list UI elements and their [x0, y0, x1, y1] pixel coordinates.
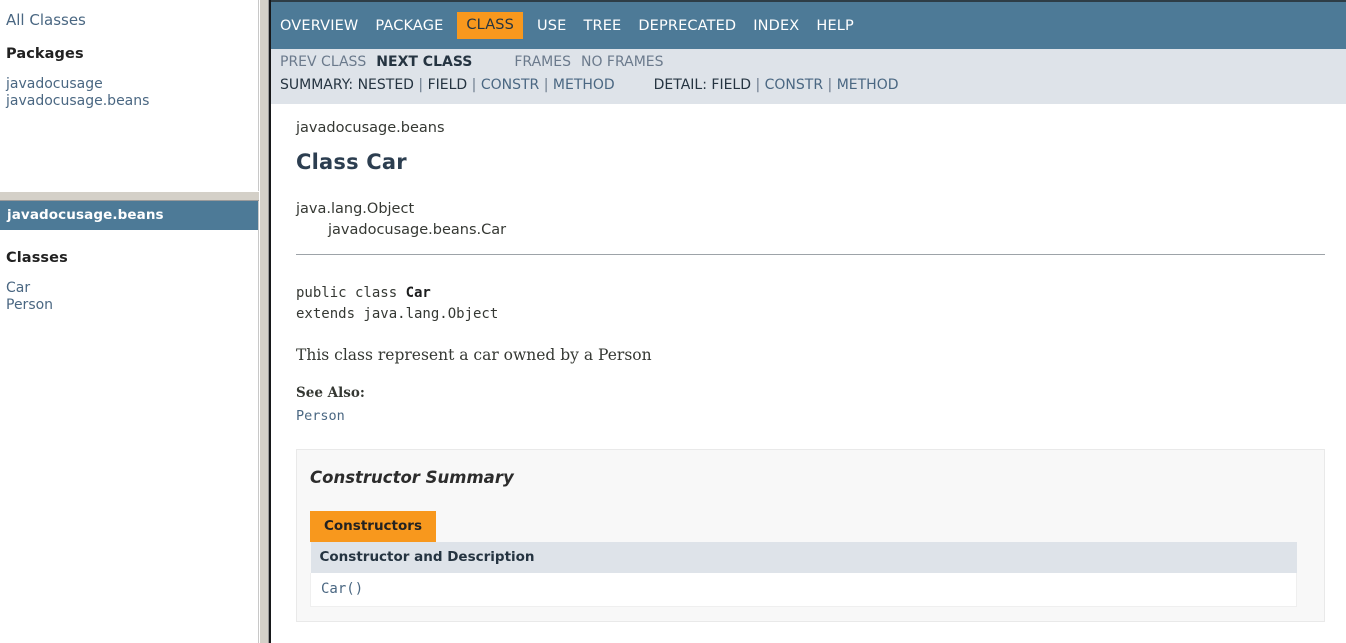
- nav-item-deprecated[interactable]: DEPRECATED: [638, 18, 736, 34]
- constructor-summary-heading: Constructor Summary: [310, 468, 514, 487]
- summary-constr-link[interactable]: CONSTR: [481, 77, 539, 93]
- separator: |: [827, 77, 833, 93]
- nav-item-package[interactable]: PACKAGE: [375, 18, 443, 34]
- detail-label: DETAIL:: [653, 77, 707, 93]
- package-breadcrumb: javadocusage.beans: [296, 120, 445, 136]
- class-list-item[interactable]: Person: [6, 297, 258, 314]
- class-description: This class represent a car owned by a Pe…: [296, 346, 652, 364]
- no-frames-link[interactable]: NO FRAMES: [581, 54, 664, 70]
- sub-navbar: PREV CLASS NEXT CLASS FRAMES NO FRAMES SUMM…: [271, 49, 1346, 104]
- separator: |: [471, 77, 477, 93]
- javadoc-frameset: All Classes Packages javadocusage javado…: [0, 0, 1346, 643]
- summary-method-link[interactable]: METHOD: [553, 77, 615, 93]
- horizontal-frame-splitter[interactable]: [0, 191, 259, 201]
- package-frame: javadocusage.beans Classes Car Person: [0, 201, 259, 643]
- divider: [296, 254, 1325, 255]
- table-header-row: Constructor and Description: [310, 542, 1297, 573]
- nav-item-index[interactable]: INDEX: [753, 18, 799, 34]
- nav-item-overview[interactable]: OVERVIEW: [280, 18, 358, 34]
- signature-line-2: extends java.lang.Object: [296, 306, 499, 322]
- inheritance-leaf: javadocusage.beans.Car: [328, 222, 507, 238]
- summary-field-link: FIELD: [427, 77, 468, 93]
- frames-link[interactable]: FRAMES: [514, 54, 571, 70]
- class-list: Car Person: [6, 280, 258, 314]
- top-navbar-list: OVERVIEW PACKAGE CLASS USE TREE DEPRECAT…: [271, 2, 1346, 49]
- nav-item-class[interactable]: CLASS: [457, 12, 524, 39]
- class-documentation: javadocusage.beans Class Car java.lang.O…: [271, 104, 1346, 643]
- separator: |: [755, 77, 761, 93]
- separator: |: [543, 77, 549, 93]
- class-link[interactable]: Car: [6, 280, 30, 296]
- column-header-constructor-and-description: Constructor and Description: [310, 542, 1297, 573]
- tab-constructors[interactable]: Constructors: [310, 511, 436, 542]
- constructor-summary-panel: Constructor Summary Constructors Constru…: [296, 449, 1325, 622]
- next-class-link[interactable]: NEXT CLASS: [376, 54, 472, 70]
- separator: |: [418, 77, 424, 93]
- package-list: javadocusage javadocusage.beans: [6, 76, 258, 110]
- signature-class-name: Car: [405, 285, 431, 301]
- vertical-frame-splitter[interactable]: [259, 0, 269, 643]
- overview-frame: All Classes Packages javadocusage javado…: [0, 0, 259, 191]
- class-signature: public class Car extends java.lang.Objec…: [296, 283, 1346, 325]
- see-also-label: See Also:: [296, 385, 365, 401]
- inheritance-root: java.lang.Object: [296, 201, 415, 217]
- nav-item-use[interactable]: USE: [537, 18, 566, 34]
- detail-method-link[interactable]: METHOD: [837, 77, 899, 93]
- prev-class-link: PREV CLASS: [280, 54, 367, 70]
- top-navbar: OVERVIEW PACKAGE CLASS USE TREE DEPRECAT…: [271, 0, 1346, 49]
- class-link[interactable]: Person: [6, 297, 53, 313]
- left-frame-column: All Classes Packages javadocusage javado…: [0, 0, 259, 643]
- constructor-signature-link[interactable]: Car(): [310, 573, 1297, 607]
- main-content-frame: OVERVIEW PACKAGE CLASS USE TREE DEPRECAT…: [271, 0, 1346, 643]
- detail-constr-link[interactable]: CONSTR: [765, 77, 823, 93]
- detail-field-link: FIELD: [711, 77, 751, 93]
- sub-navbar-row-classnav: PREV CLASS NEXT CLASS FRAMES NO FRAMES: [280, 54, 664, 70]
- package-title-bar[interactable]: javadocusage.beans: [0, 201, 258, 230]
- all-classes-link[interactable]: All Classes: [6, 8, 258, 30]
- constructor-summary-table: Constructor and Description Car(): [310, 542, 1297, 607]
- class-list-item[interactable]: Car: [6, 280, 258, 297]
- page-title: Class Car: [296, 150, 407, 174]
- nav-item-tree[interactable]: TREE: [583, 18, 621, 34]
- signature-line-1: public class Car: [296, 283, 1346, 304]
- summary-label: SUMMARY:: [280, 77, 354, 93]
- packages-heading: Packages: [6, 46, 84, 63]
- see-also-link[interactable]: Person: [296, 408, 1346, 424]
- nav-item-help[interactable]: HELP: [816, 18, 854, 34]
- signature-modifier: public class: [296, 285, 406, 301]
- inheritance-tree: java.lang.Object javadocusage.beans.Car: [296, 199, 1346, 241]
- constructor-summary-tabs: Constructors: [310, 511, 1324, 542]
- package-link[interactable]: javadocusage: [6, 76, 103, 92]
- package-list-item[interactable]: javadocusage.beans: [6, 93, 258, 110]
- table-row: Car(): [310, 573, 1297, 607]
- package-link[interactable]: javadocusage.beans: [6, 93, 149, 109]
- sub-navbar-row-summarydetail: SUMMARY: NESTED | FIELD | CONSTR | METHO…: [280, 77, 899, 93]
- package-list-item[interactable]: javadocusage: [6, 76, 258, 93]
- summary-nested-link: NESTED: [357, 77, 414, 93]
- classes-heading: Classes: [6, 250, 68, 266]
